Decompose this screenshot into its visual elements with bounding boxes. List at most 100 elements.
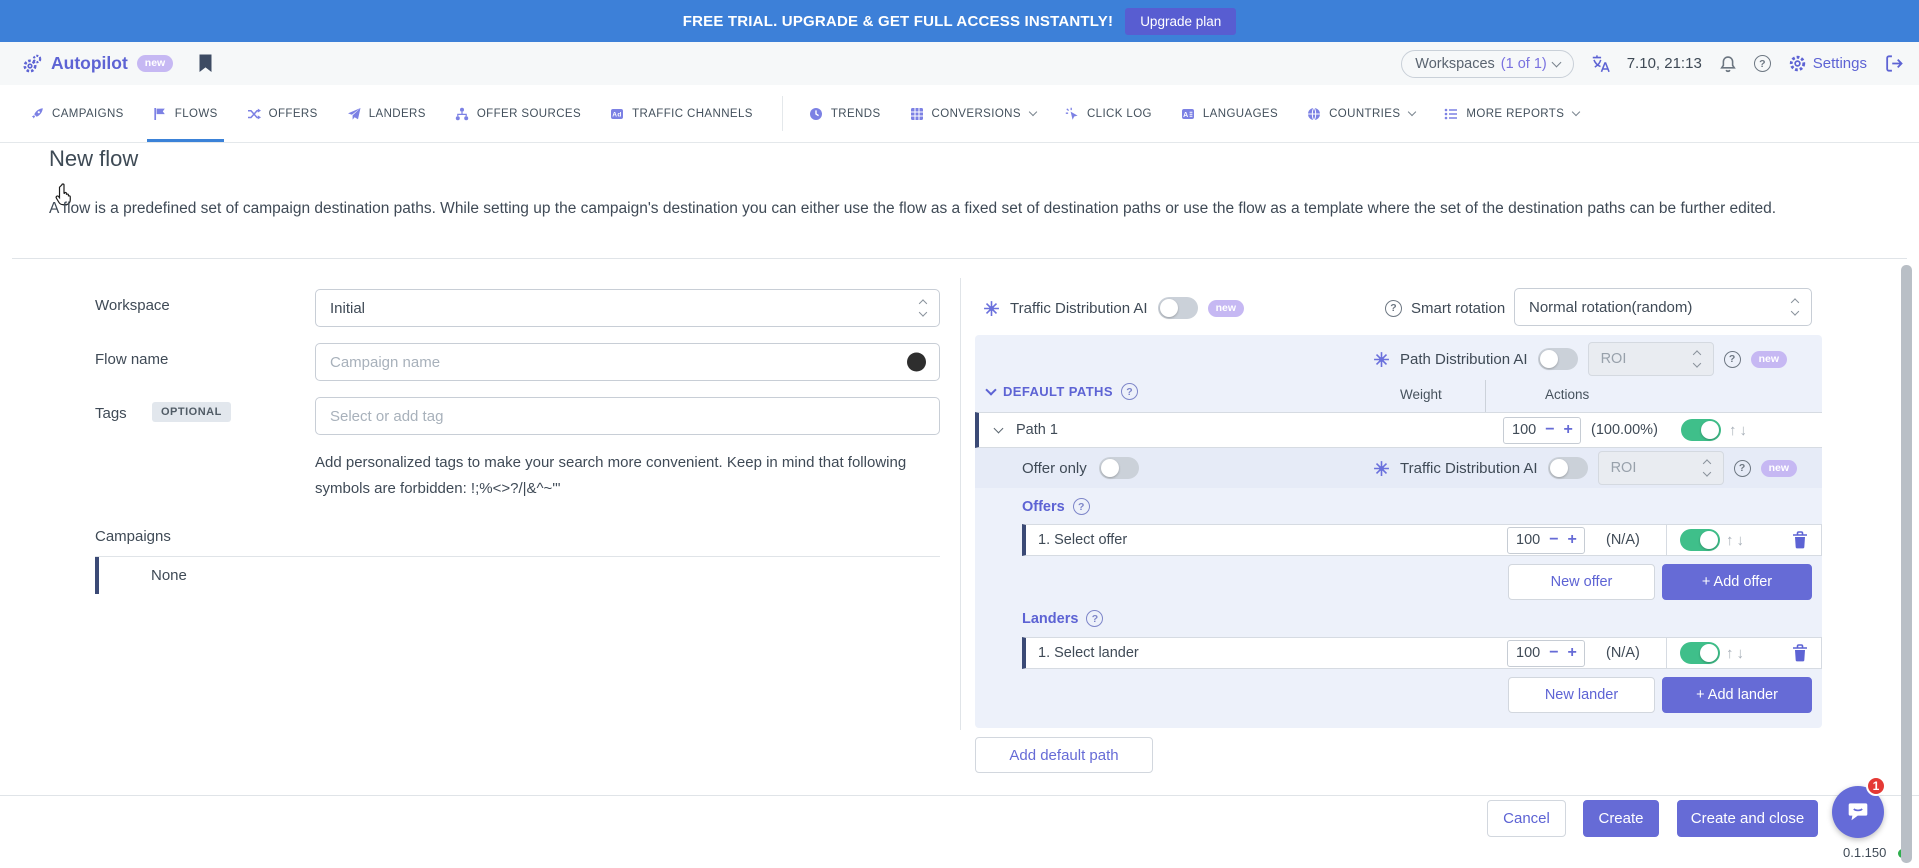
ai-icon xyxy=(1373,460,1390,477)
nav-item-offers[interactable]: OFFERS xyxy=(247,85,318,142)
workspaces-selector[interactable]: Workspaces (1 of 1) xyxy=(1401,50,1573,78)
lander-row[interactable]: 1. Select lander 100 − + (N/A) ↑↓ xyxy=(1022,637,1822,669)
more-reports-list-icon xyxy=(1444,107,1458,121)
landers-paper-plane-icon xyxy=(347,107,361,121)
create-button[interactable]: Create xyxy=(1583,800,1659,837)
path-ai-roi-select[interactable]: ROI xyxy=(1588,342,1714,376)
vertical-scrollbar[interactable] xyxy=(1901,265,1912,863)
nav-item-countries[interactable]: COUNTRIES xyxy=(1307,85,1415,142)
path-traffic-ai-roi-select[interactable]: ROI xyxy=(1598,451,1724,485)
plus-button[interactable]: + xyxy=(1564,422,1573,438)
offer-enabled-toggle[interactable] xyxy=(1680,529,1720,551)
delete-lander-trash-icon[interactable] xyxy=(1792,644,1808,662)
click-log-cursor-icon xyxy=(1065,107,1079,121)
nav-item-more-reports[interactable]: MORE REPORTS xyxy=(1444,85,1579,142)
bookmark-icon[interactable] xyxy=(198,54,213,73)
cancel-button[interactable]: Cancel xyxy=(1487,800,1566,837)
nav-item-conversions[interactable]: CONVERSIONS xyxy=(910,85,1036,142)
offer-move-arrows[interactable]: ↑↓ xyxy=(1726,532,1747,549)
nav-label: CLICK LOG xyxy=(1087,108,1152,120)
nav-label: FLOWS xyxy=(175,108,218,120)
nav-item-landers[interactable]: LANDERS xyxy=(347,85,426,142)
column-divider xyxy=(960,278,961,730)
new-offer-button[interactable]: New offer xyxy=(1508,564,1655,600)
conversions-grid-icon xyxy=(910,107,924,121)
default-paths-header[interactable]: DEFAULT PATHS ? xyxy=(987,383,1138,400)
offer-row-label[interactable]: 1. Select offer xyxy=(1038,532,1127,548)
select-chevrons-icon xyxy=(920,301,926,316)
add-default-path-button[interactable]: Add default path xyxy=(975,737,1153,773)
lander-enabled-toggle[interactable] xyxy=(1680,642,1720,664)
trial-banner-text: FREE TRIAL. UPGRADE & GET FULL ACCESS IN… xyxy=(683,13,1113,30)
campaigns-label: Campaigns xyxy=(95,528,171,545)
svg-text:Ad: Ad xyxy=(612,111,621,118)
smart-rotation-value: Normal rotation(random) xyxy=(1529,299,1692,316)
create-and-close-button[interactable]: Create and close xyxy=(1677,800,1818,837)
smart-rotation-select[interactable]: Normal rotation(random) xyxy=(1514,288,1812,326)
smart-rotation-label: Smart rotation xyxy=(1411,300,1505,317)
nav-item-offer-sources[interactable]: OFFER SOURCES xyxy=(455,85,581,142)
path-traffic-ai-toggle[interactable] xyxy=(1548,457,1588,479)
campaigns-row: None xyxy=(95,557,940,594)
lander-weight-value[interactable]: 100 xyxy=(1516,645,1540,661)
lander-move-arrows[interactable]: ↑↓ xyxy=(1726,645,1747,662)
landers-help-icon[interactable]: ? xyxy=(1086,610,1103,627)
ai-icon xyxy=(1373,351,1390,368)
nav-item-campaigns[interactable]: CAMPAIGNS xyxy=(30,85,124,142)
upgrade-plan-button[interactable]: Upgrade plan xyxy=(1125,8,1236,35)
brand-title[interactable]: Autopilot xyxy=(51,53,128,74)
traffic-ai-toggle[interactable] xyxy=(1158,297,1198,319)
offer-only-toggle[interactable] xyxy=(1099,457,1139,479)
nav-item-trends[interactable]: TRENDS xyxy=(809,85,881,142)
new-lander-button[interactable]: New lander xyxy=(1508,677,1655,713)
column-header-divider xyxy=(1485,380,1486,413)
path-traffic-ai-help-icon[interactable]: ? xyxy=(1734,460,1751,477)
minus-button[interactable]: − xyxy=(1549,645,1558,661)
lander-row-label[interactable]: 1. Select lander xyxy=(1038,645,1139,661)
page-description: A flow is a predefined set of campaign d… xyxy=(49,196,1849,221)
plus-button[interactable]: + xyxy=(1568,645,1577,661)
path-ai-label: Path Distribution AI xyxy=(1400,351,1528,368)
footer-divider xyxy=(0,795,1919,796)
translate-icon[interactable] xyxy=(1591,54,1610,73)
notifications-bell-icon[interactable] xyxy=(1719,55,1737,73)
add-offer-button[interactable]: + Add offer xyxy=(1662,564,1812,600)
trends-clock-icon xyxy=(809,107,823,121)
path-weight-stepper[interactable]: 100 − + xyxy=(1503,417,1581,444)
offer-weight-stepper[interactable]: 100 − + xyxy=(1507,527,1585,554)
path-1-row[interactable]: Path 1 100 − + (100.00%) ↑↓ xyxy=(975,412,1822,448)
path-ai-toggle[interactable] xyxy=(1538,348,1578,370)
flow-name-input[interactable]: Campaign name xyxy=(315,343,940,381)
path-enabled-toggle[interactable] xyxy=(1681,419,1721,441)
minus-button[interactable]: − xyxy=(1549,532,1558,548)
tags-help-text: Add personalized tags to make your searc… xyxy=(315,450,949,502)
path-ai-help-icon[interactable]: ? xyxy=(1724,351,1741,368)
tags-input[interactable]: Select or add tag xyxy=(315,397,940,435)
minus-button[interactable]: − xyxy=(1545,422,1554,438)
lander-weight-stepper[interactable]: 100 − + xyxy=(1507,640,1585,667)
default-paths-help-icon[interactable]: ? xyxy=(1121,383,1138,400)
path-weight-value[interactable]: 100 xyxy=(1512,422,1536,438)
nav-item-traffic-channels[interactable]: Ad TRAFFIC CHANNELS xyxy=(610,85,753,142)
logout-icon[interactable] xyxy=(1884,54,1903,73)
settings-button[interactable]: Settings xyxy=(1788,54,1867,73)
offer-weight-value[interactable]: 100 xyxy=(1516,532,1540,548)
nav-label: COUNTRIES xyxy=(1329,108,1400,120)
flow-name-color-dot[interactable] xyxy=(907,353,926,372)
nav-item-flows[interactable]: FLOWS xyxy=(153,85,218,142)
nav-item-languages[interactable]: A LANGUAGES xyxy=(1181,85,1278,142)
offer-only-label: Offer only xyxy=(1022,460,1087,477)
path-move-arrows[interactable]: ↑↓ xyxy=(1729,422,1750,439)
nav-item-click-log[interactable]: CLICK LOG xyxy=(1065,85,1152,142)
add-lander-button[interactable]: + Add lander xyxy=(1662,677,1812,713)
workspace-select[interactable]: Initial xyxy=(315,289,940,327)
svg-text:A: A xyxy=(1183,111,1188,118)
offer-row[interactable]: 1. Select offer 100 − + (N/A) ↑↓ xyxy=(1022,524,1822,556)
offers-help-icon[interactable]: ? xyxy=(1073,498,1090,515)
campaigns-rocket-icon xyxy=(30,107,44,121)
path-traffic-ai-row: Traffic Distribution AI ROI ? new xyxy=(1373,451,1797,485)
delete-offer-trash-icon[interactable] xyxy=(1792,531,1808,549)
help-icon[interactable]: ? xyxy=(1754,55,1771,72)
smart-rotation-help-icon[interactable]: ? xyxy=(1385,300,1402,317)
plus-button[interactable]: + xyxy=(1568,532,1577,548)
